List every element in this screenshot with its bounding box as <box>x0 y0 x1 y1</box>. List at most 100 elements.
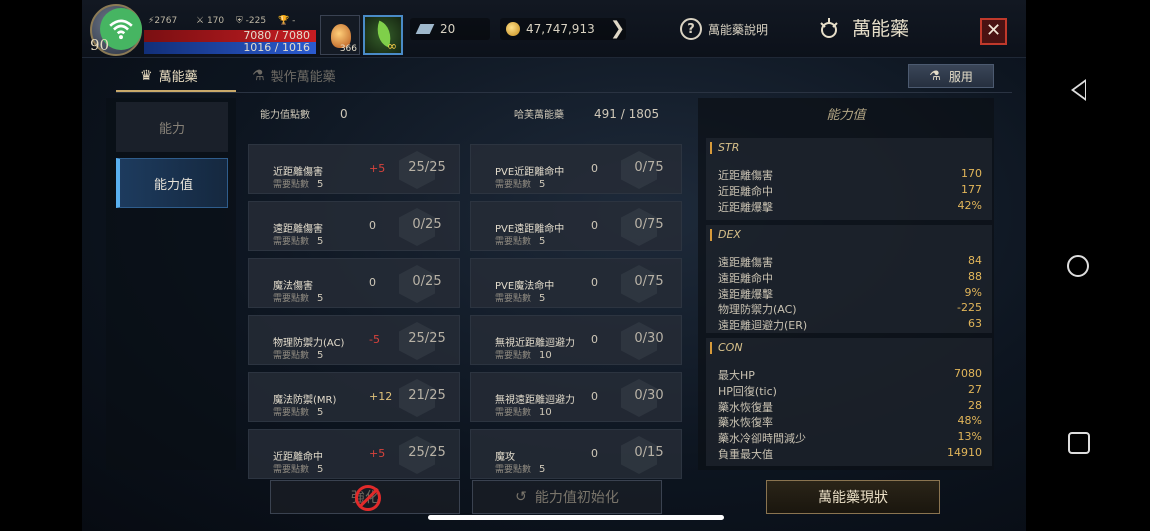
stat-row-value: 42% <box>957 198 982 212</box>
stat-card-progress: 0/75 <box>634 160 664 175</box>
stat-card-requirement: 需要點數 10 <box>495 348 552 361</box>
stat-card-bonus: 0 <box>591 162 598 175</box>
stat-card-requirement: 需要點數 5 <box>495 291 545 304</box>
diamond-icon <box>415 24 435 34</box>
diamond-counter: 20 <box>410 18 490 40</box>
stat-row-label: 藥水恢復率 <box>718 416 773 430</box>
power-value: ⚡2767 <box>148 16 178 26</box>
stat-card[interactable]: PVE魔法命中 需要點數 5 0 0/75 <box>470 258 682 308</box>
stat-card-progress: 0/30 <box>634 388 664 403</box>
stat-row-label: 遠距離命中 <box>718 271 773 285</box>
herb-slot[interactable]: ∞ <box>363 15 403 55</box>
use-button-label: 服用 <box>948 69 973 84</box>
stat-row-value: 177 <box>961 182 982 196</box>
stat-card-progress: 0/15 <box>634 445 664 460</box>
stat-row: 遠距離迴避力(ER) 63 <box>718 317 982 333</box>
question-icon: ? <box>680 18 702 40</box>
stat-card[interactable]: 魔攻 需要點數 5 0 0/15 <box>470 429 682 479</box>
points-label: 能力值點數 <box>260 110 310 121</box>
stat-card-requirement: 需要點數 5 <box>273 177 323 190</box>
mp-bar: 1016 / 1016 <box>144 42 316 54</box>
elixir-stat-grid: 能力值點數 0 哈芙萬能藥 491 / 1805 近距離傷害 需要點數 5 +5 25/25… <box>242 98 692 479</box>
stat-card[interactable]: PVE近距離命中 需要點數 5 0 0/75 <box>470 144 682 194</box>
stat-card-bonus: 0 <box>369 219 376 232</box>
stat-row-label: 藥水恢復量 <box>718 400 773 414</box>
req-label: 需要點數 <box>273 237 310 247</box>
home-icon[interactable] <box>1067 255 1089 277</box>
points-value: 0 <box>340 107 348 121</box>
gesture-home-bar[interactable] <box>428 515 724 520</box>
stat-card[interactable]: 無視遠距離迴避力 需要點數 10 0 0/30 <box>470 372 682 422</box>
stat-card-requirement: 需要點數 5 <box>495 234 545 247</box>
stat-card[interactable]: 魔法防禦(MR) 需要點數 5 +12 21/25 <box>248 372 460 422</box>
potion-slot[interactable]: 366 <box>320 15 360 55</box>
use-button[interactable]: ⚗ 服用 <box>908 64 994 88</box>
stat-row: 藥水恢復率 48% <box>718 414 982 430</box>
req-value: 5 <box>317 293 324 304</box>
stat-row: 遠距離傷害 84 <box>718 254 982 270</box>
stat-card-progress: 0/30 <box>634 331 664 346</box>
stat-card-requirement: 需要點數 5 <box>273 291 323 304</box>
stat-card[interactable]: 魔法傷害 需要點數 5 0 0/25 <box>248 258 460 308</box>
harvest-label: 哈芙萬能藥 <box>514 110 564 121</box>
req-value: 5 <box>317 236 324 247</box>
stat-row-label: 近距離命中 <box>718 184 773 198</box>
help-label: 萬能藥說明 <box>708 22 769 37</box>
side-item-ability[interactable]: 能力 <box>116 102 228 152</box>
stat-card[interactable]: 遠距離傷害 需要點數 5 0 0/25 <box>248 201 460 251</box>
req-value: 10 <box>539 350 552 361</box>
title-text: 萬能藥 <box>852 18 910 40</box>
stat-row-value: 9% <box>964 285 982 299</box>
stat-row: 近距離爆擊 42% <box>718 199 982 215</box>
tab-elixir[interactable]: ♛ 萬能藥 <box>140 66 198 86</box>
recent-apps-icon[interactable] <box>1068 432 1090 454</box>
stat-card-progress: 0/25 <box>412 274 442 289</box>
stat-card-bonus: 0 <box>591 447 598 460</box>
stat-group: DEX 遠距離傷害 84 遠距離命中 88 遠距離爆擊 9% 物理防禦力(AC) -225 遠距離… <box>706 225 992 333</box>
stat-card-requirement: 需要點數 5 <box>495 462 545 475</box>
stat-card-requirement: 需要點數 5 <box>495 177 545 190</box>
stat-row: 物理防禦力(AC) -225 <box>718 301 982 317</box>
stat-card[interactable]: 近距離傷害 需要點數 5 +5 25/25 <box>248 144 460 194</box>
close-button[interactable]: ✕ <box>980 18 1007 45</box>
help-button[interactable]: ? 萬能藥說明 <box>680 18 768 40</box>
reset-stats-button[interactable]: ↺ 能力值初始化 <box>472 480 662 514</box>
harvest-value: 491 / 1805 <box>594 107 660 121</box>
stat-row-value: 88 <box>968 269 982 283</box>
stat-card-name: 無視近距離迴避力 <box>495 338 575 349</box>
tab-craft-elixir[interactable]: ⚗ 製作萬能藥 <box>252 66 336 86</box>
stat-card-progress: 25/25 <box>408 445 446 460</box>
stat-row-value: 170 <box>961 167 982 180</box>
req-label: 需要點數 <box>495 351 532 361</box>
gold-coin-icon <box>506 22 520 36</box>
stat-row: 藥水恢復量 28 <box>718 399 982 415</box>
stat-card-bonus: 0 <box>591 276 598 289</box>
window-title: 萬能藥 <box>816 14 909 41</box>
stat-card-name: 近距離命中 <box>273 452 323 463</box>
stat-row-label: 物理防禦力(AC) <box>718 303 797 317</box>
stat-card-progress: 0/75 <box>634 217 664 232</box>
stat-card[interactable]: 近距離命中 需要點數 5 +5 25/25 <box>248 429 460 479</box>
req-label: 需要點數 <box>273 180 310 190</box>
stat-card-bonus: 0 <box>369 276 376 289</box>
stat-card-name: PVE遠距離命中 <box>495 224 565 235</box>
power-number: 2767 <box>154 16 178 26</box>
stat-row: 遠距離命中 88 <box>718 270 982 286</box>
req-label: 需要點數 <box>495 408 532 418</box>
stat-card[interactable]: PVE遠距離命中 需要點數 5 0 0/75 <box>470 201 682 251</box>
chevron-right-icon[interactable]: ❯ <box>610 18 625 39</box>
elixir-status-button[interactable]: 萬能藥現狀 <box>766 480 940 514</box>
stat-card[interactable]: 無視近距離迴避力 需要點數 10 0 0/30 <box>470 315 682 365</box>
stat-row-value: -225 <box>957 301 982 315</box>
back-icon-inner <box>1074 82 1085 98</box>
stat-card-name: 魔攻 <box>495 452 515 463</box>
stat-card-bonus: -5 <box>369 333 380 346</box>
potion-count: 366 <box>339 44 357 54</box>
android-nav-bar <box>1026 0 1150 531</box>
stat-card-bonus: +12 <box>369 390 393 403</box>
stat-card-progress: 25/25 <box>408 160 446 175</box>
enhance-button[interactable]: 強化 <box>270 480 460 514</box>
side-item-stats[interactable]: 能力值 <box>116 158 228 208</box>
stat-card[interactable]: 物理防禦力(AC) 需要點數 5 -5 25/25 <box>248 315 460 365</box>
reset-icon: ↺ <box>515 489 527 505</box>
